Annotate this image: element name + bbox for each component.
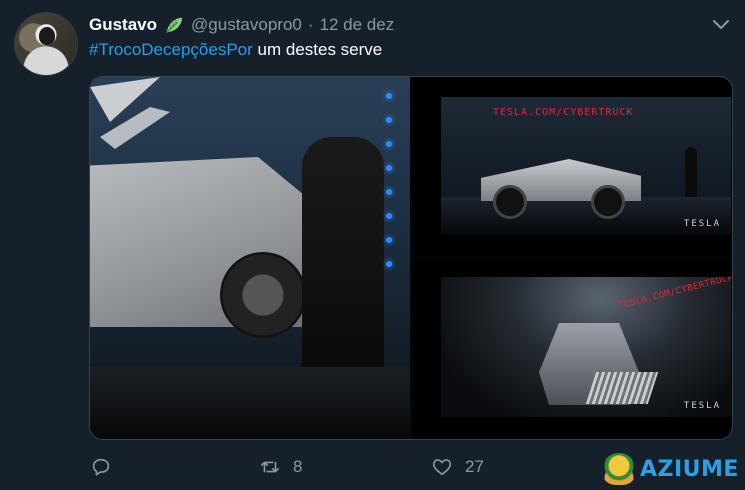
leaf-icon xyxy=(166,17,183,33)
display-name[interactable]: Gustavo xyxy=(89,15,157,35)
tweet-date[interactable]: 12 de dez xyxy=(320,15,395,35)
media-grid: TESLA.COM/CYBERTRUCK TESLA TESLA.COM/CYB… xyxy=(89,76,733,440)
tesla-url-text: TESLA.COM/CYBERTRUCK xyxy=(617,277,731,312)
stage-light xyxy=(386,237,392,243)
stage-floor xyxy=(90,367,410,439)
tweet-text: #TrocoDecepçõesPor um destes serve xyxy=(89,40,382,60)
tweet-body: um destes serve xyxy=(252,40,383,59)
stage-light xyxy=(386,117,392,123)
watermark: AZIUME xyxy=(602,453,739,485)
reply-button[interactable] xyxy=(90,456,112,478)
logo-mark-graphic xyxy=(90,77,170,149)
hashtag-link[interactable]: #TrocoDecepçõesPor xyxy=(89,40,253,59)
like-button[interactable]: 27 xyxy=(431,456,484,478)
chevron-down-icon[interactable] xyxy=(711,14,731,34)
user-handle[interactable]: @gustavopro0 xyxy=(191,15,302,35)
tesla-logo-text: TESLA xyxy=(683,401,721,411)
watermark-brand: AZIUME xyxy=(640,456,739,482)
retweet-button[interactable]: 8 xyxy=(259,456,302,478)
stage-light xyxy=(386,189,392,195)
retweet-icon xyxy=(260,461,280,473)
stage-light xyxy=(386,93,392,99)
avatar-figure xyxy=(39,27,55,45)
tailgate-ramp xyxy=(585,372,659,404)
stage-floor xyxy=(441,197,731,235)
reply-icon xyxy=(92,458,110,476)
avatar[interactable] xyxy=(14,12,78,76)
media-photo-right-bottom[interactable]: TESLA.COM/CYBERTRUCK TESLA xyxy=(413,259,732,439)
heart-icon xyxy=(432,459,452,476)
separator-dot: · xyxy=(307,15,314,34)
presenter-figure xyxy=(302,137,384,377)
tweet-header: Gustavo @gustavopro0 · 12 de dez xyxy=(89,13,394,37)
like-count: 27 xyxy=(465,457,484,476)
tesla-logo-text: TESLA xyxy=(683,219,721,229)
stage-light xyxy=(386,165,392,171)
media-photo-left[interactable] xyxy=(90,77,410,439)
tesla-url-text: TESLA.COM/CYBERTRUCK xyxy=(493,107,634,118)
truck-wheel xyxy=(591,185,625,219)
stage-light xyxy=(386,261,392,267)
video-frame: TESLA.COM/CYBERTRUCK TESLA xyxy=(441,97,731,235)
mascot-icon xyxy=(602,453,636,485)
video-frame: TESLA.COM/CYBERTRUCK TESLA xyxy=(441,277,731,417)
truck-wheel xyxy=(220,252,306,338)
media-photo-right-top[interactable]: TESLA.COM/CYBERTRUCK TESLA xyxy=(413,77,732,256)
presenter-figure xyxy=(685,147,697,197)
stage-light xyxy=(386,213,392,219)
stage-light xyxy=(386,141,392,147)
retweet-count: 8 xyxy=(293,457,303,476)
truck-wheel xyxy=(493,185,527,219)
